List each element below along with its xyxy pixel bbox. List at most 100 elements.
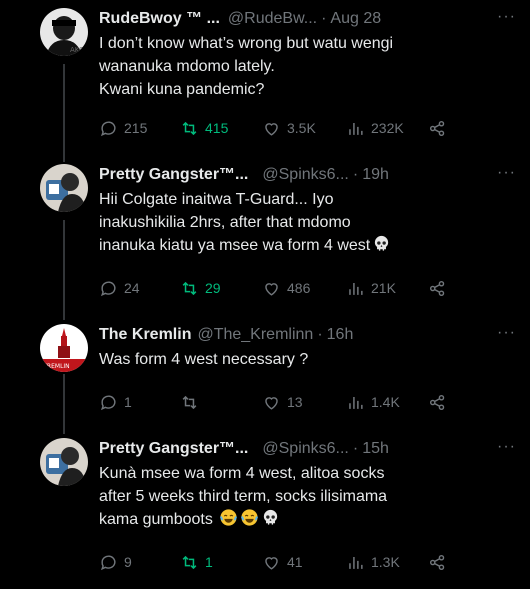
- separator-dot: ·: [352, 166, 359, 183]
- views-button[interactable]: 1.4K: [346, 392, 400, 412]
- tweet-actions: 24 29 486 21K: [0, 278, 530, 298]
- tweet-header: Pretty Gangster™... @Spinks6... · 15h: [99, 438, 516, 460]
- reply-button[interactable]: 24: [99, 278, 140, 298]
- like-count: 13: [287, 394, 303, 410]
- like-count: 3.5K: [287, 120, 316, 136]
- reply-icon: [100, 280, 116, 296]
- view-count: 232K: [371, 120, 404, 136]
- repost-icon: [182, 395, 197, 409]
- heart-icon: [265, 282, 278, 296]
- tweet-text: I don’t know what’s wrong but watu wengi…: [99, 35, 394, 98]
- separator-dot: ·: [321, 10, 327, 27]
- user-handle[interactable]: @Spinks6...: [262, 164, 349, 186]
- view-count: 1.4K: [371, 394, 400, 410]
- avatar-image: AKC: [40, 8, 88, 56]
- user-handle[interactable]: @The_Kremlinn: [197, 324, 313, 346]
- timestamp[interactable]: 15h: [362, 438, 389, 460]
- reply-icon: [100, 554, 116, 570]
- tweet-text: Was form 4 west necessary ?: [99, 351, 309, 368]
- views-button[interactable]: 232K: [346, 118, 404, 138]
- user-handle[interactable]: @RudeBw...: [228, 8, 317, 30]
- share-button[interactable]: [428, 118, 447, 138]
- reply-icon: [100, 120, 116, 136]
- reply-count: 215: [124, 120, 148, 136]
- skull-emoji-icon: [375, 235, 389, 251]
- more-options-icon[interactable]: ···: [497, 324, 516, 342]
- thread-connector: [63, 220, 65, 320]
- timestamp[interactable]: Aug 28: [330, 8, 381, 30]
- display-name[interactable]: The Kremlin: [99, 324, 191, 346]
- repost-button[interactable]: 415: [180, 118, 228, 138]
- more-options-icon[interactable]: ···: [497, 8, 516, 26]
- views-icon: [349, 282, 363, 295]
- heart-icon: [265, 396, 278, 410]
- share-icon: [429, 394, 445, 410]
- repost-icon: [182, 555, 197, 569]
- repost-button[interactable]: [180, 392, 205, 412]
- tweet-text: Hii Colgate inaitwa T-Guard... Iyo inaku…: [99, 188, 516, 257]
- like-button[interactable]: 41: [262, 552, 303, 572]
- reply-button[interactable]: 1: [99, 392, 132, 412]
- avatar[interactable]: [40, 164, 88, 212]
- repost-count: 415: [205, 120, 229, 136]
- user-handle[interactable]: @Spinks6...: [262, 438, 349, 460]
- share-button[interactable]: [428, 392, 447, 412]
- tweet-header: The Kremlin @The_Kremlinn · 16h: [99, 324, 516, 346]
- tweet-text: Kunà msee wa form 4 west, alitoa socks a…: [99, 462, 516, 531]
- avatar[interactable]: KREMLIN: [40, 324, 88, 372]
- tears-of-joy-emoji-icon: [241, 509, 259, 526]
- share-button[interactable]: [428, 552, 447, 572]
- tweet-actions: 215 415 3.5K 232K: [0, 118, 530, 138]
- repost-button[interactable]: 1: [180, 552, 213, 572]
- tweet-actions: 1 13 1.4K: [0, 392, 530, 412]
- more-options-icon[interactable]: ···: [497, 438, 516, 456]
- tweet-text-body: Hii Colgate inaitwa T-Guard... Iyo inaku…: [99, 191, 371, 254]
- avatar-image: KREMLIN: [40, 324, 88, 372]
- reply-button[interactable]: 215: [99, 118, 147, 138]
- avatar[interactable]: [40, 438, 88, 486]
- more-options-icon[interactable]: ···: [497, 164, 516, 182]
- skull-emoji-icon: [264, 509, 278, 525]
- tears-of-joy-emoji-icon: [220, 509, 238, 526]
- reply-count: 9: [124, 554, 132, 570]
- tweet-actions: 9 1 41 1.3K: [0, 552, 530, 572]
- avatar-image: [40, 438, 88, 486]
- timestamp[interactable]: 16h: [327, 324, 354, 346]
- like-button[interactable]: 486: [262, 278, 310, 298]
- reply-count: 1: [124, 394, 132, 410]
- repost-count: 1: [205, 554, 213, 570]
- timestamp[interactable]: 19h: [362, 164, 389, 186]
- views-icon: [349, 122, 363, 135]
- separator-dot: ·: [317, 326, 323, 343]
- like-count: 41: [287, 554, 303, 570]
- views-button[interactable]: 1.3K: [346, 552, 400, 572]
- avatar-logo-text: KREMLIN: [43, 363, 70, 370]
- heart-icon: [265, 556, 278, 570]
- like-button[interactable]: 13: [262, 392, 303, 412]
- share-icon: [429, 120, 445, 136]
- heart-icon: [265, 122, 278, 136]
- views-icon: [349, 396, 363, 409]
- repost-button[interactable]: 29: [180, 278, 221, 298]
- display-name[interactable]: RudeBwoy ™ ...: [99, 8, 220, 30]
- display-name[interactable]: Pretty Gangster™...: [99, 164, 248, 186]
- like-count: 486: [287, 280, 311, 296]
- tweet-thread: AKC RudeBwoy ™ ... @RudeBw... · Aug 28 ·…: [0, 0, 530, 589]
- repost-icon: [182, 281, 197, 295]
- views-button[interactable]: 21K: [346, 278, 396, 298]
- like-button[interactable]: 3.5K: [262, 118, 316, 138]
- views-icon: [349, 556, 363, 569]
- thread-connector: [63, 64, 65, 162]
- share-icon: [429, 280, 445, 296]
- repost-icon: [182, 121, 197, 135]
- avatar[interactable]: AKC: [40, 8, 88, 56]
- repost-count: 29: [205, 280, 221, 296]
- reply-icon: [100, 394, 116, 410]
- reply-button[interactable]: 9: [99, 552, 132, 572]
- reply-count: 24: [124, 280, 140, 296]
- svg-text:AKC: AKC: [70, 46, 84, 54]
- separator-dot: ·: [352, 440, 359, 457]
- share-button[interactable]: [428, 278, 447, 298]
- tweet-header: RudeBwoy ™ ... @RudeBw... · Aug 28: [99, 8, 516, 30]
- display-name[interactable]: Pretty Gangster™...: [99, 438, 248, 460]
